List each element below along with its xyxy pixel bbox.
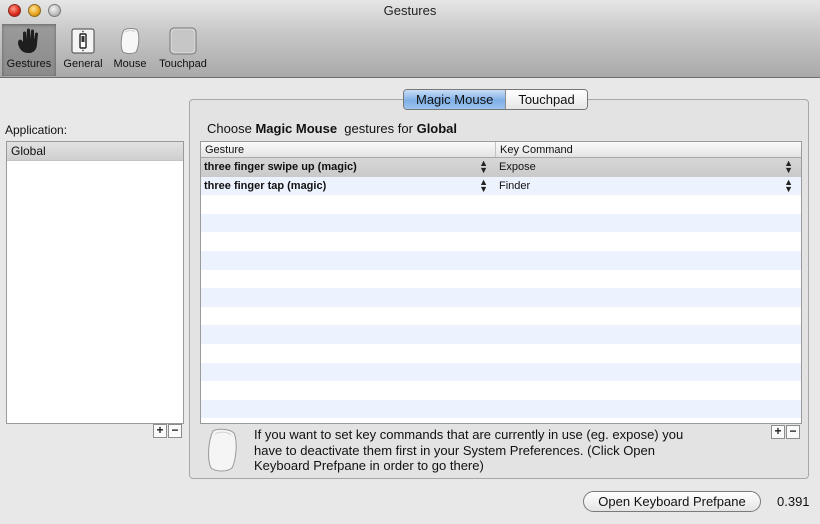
empty-row [201,288,801,307]
window-title: Gestures [383,3,437,18]
choose-gestures-heading: Choose Magic Mouse gestures for Global [207,121,457,136]
popup-arrows-icon[interactable]: ▲ ▼ [784,177,793,193]
empty-row [201,381,801,400]
empty-row [201,399,801,419]
choose-app: Global [416,121,458,136]
open-keyboard-prefpane-button[interactable]: Open Keyboard Prefpane [583,491,761,512]
hand-gestures-icon [18,28,38,53]
empty-row [201,250,801,270]
info-note: If you want to set key commands that are… [254,427,684,473]
toolbar-touchpad-label: Touchpad [159,58,207,70]
empty-row [201,344,801,363]
tab-touchpad[interactable]: Touchpad [505,90,587,109]
popup-arrows-icon[interactable]: ▲ ▼ [479,177,488,193]
toolbar-mouse[interactable]: Mouse [110,24,150,76]
table-header: Gesture Key Command [201,142,801,158]
empty-row [201,325,801,344]
key-command-value: Finder [499,179,531,192]
toolbar-general-label: General [63,58,103,70]
remove-application-button[interactable]: − [168,424,182,438]
choose-middle: gestures for [344,121,413,136]
empty-row [201,270,801,289]
title-toolbar: Gestures Gestures General Mouse Touchpad [0,0,820,78]
touchpad-icon [169,27,197,55]
column-header-gesture[interactable]: Gesture [201,142,496,157]
popup-arrows-icon[interactable]: ▲ ▼ [479,159,488,175]
toolbar-general[interactable]: General [60,24,106,76]
choose-prefix: Choose [207,121,252,136]
key-command-value: Expose [499,161,536,173]
magic-mouse-icon [120,28,140,54]
toolbar-mouse-label: Mouse [113,58,147,70]
table-row[interactable]: three finger tap (magic) ▲ ▼ Finder ▲ ▼ [201,176,801,196]
add-gesture-button[interactable]: + [771,425,785,439]
application-label: Application: [5,123,68,137]
empty-row [201,195,801,214]
table-row[interactable]: three finger swipe up (magic) ▲ ▼ Expose … [201,158,801,177]
empty-row [201,213,801,233]
light-switch-icon [71,28,95,54]
empty-row [201,307,801,326]
gesture-value: three finger swipe up (magic) [204,161,357,173]
gesture-table[interactable]: Gesture Key Command three finger swipe u… [200,141,802,424]
tab-magic-mouse[interactable]: Magic Mouse [404,90,506,109]
table-body: three finger swipe up (magic) ▲ ▼ Expose … [201,158,801,419]
remove-gesture-button[interactable]: − [786,425,800,439]
toolbar-touchpad[interactable]: Touchpad [155,24,211,76]
choose-device: Magic Mouse [255,121,338,136]
key-command-cell[interactable]: Finder ▲ ▼ [496,177,801,196]
column-header-key-command[interactable]: Key Command [496,142,801,157]
application-item-global[interactable]: Global [7,142,183,161]
gesture-value: three finger tap (magic) [204,179,327,192]
empty-row [201,362,801,382]
gestures-window: Gestures Gestures General Mouse Touchpad… [0,0,820,524]
application-list[interactable]: Global [6,141,184,424]
device-tab-control: Magic Mouse Touchpad [403,89,588,110]
magic-mouse-icon [208,428,237,472]
popup-arrows-icon[interactable]: ▲ ▼ [784,159,793,175]
gesture-cell[interactable]: three finger tap (magic) ▲ ▼ [201,177,496,196]
toolbar-gestures-label: Gestures [6,58,52,70]
gesture-cell[interactable]: three finger swipe up (magic) ▲ ▼ [201,158,496,177]
key-command-cell[interactable]: Expose ▲ ▼ [496,158,801,177]
toolbar-gestures[interactable]: Gestures [2,24,56,76]
empty-row [201,232,801,251]
add-application-button[interactable]: + [153,424,167,438]
version-label: 0.391 [777,494,810,509]
